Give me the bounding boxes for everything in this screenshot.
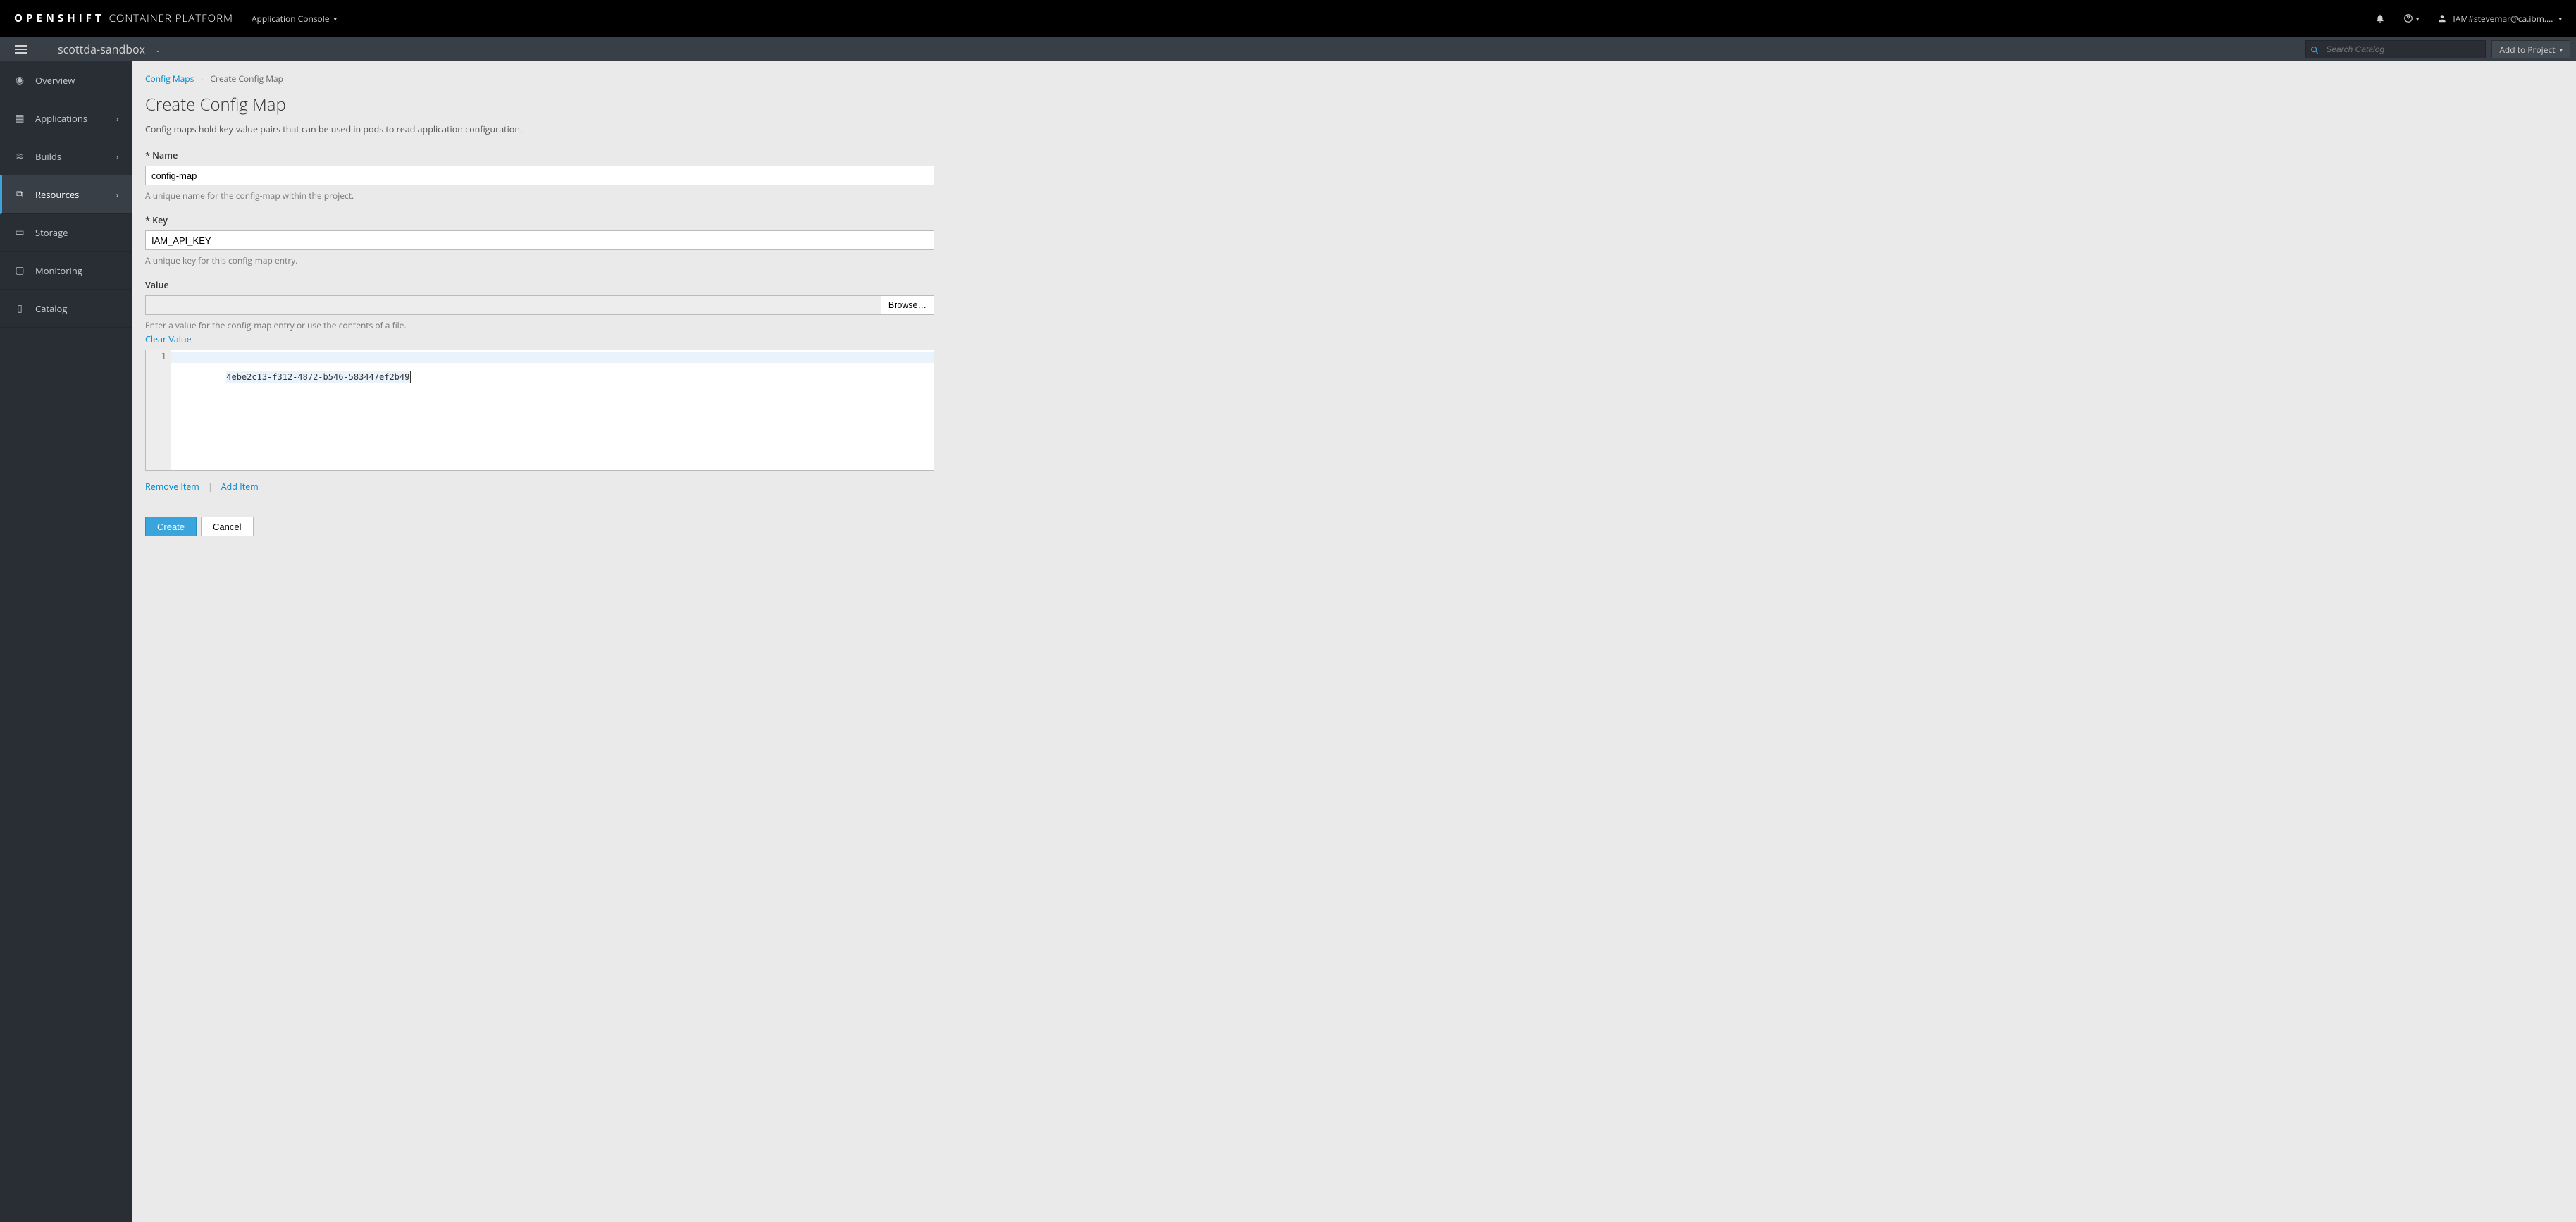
key-label: Key: [145, 214, 934, 226]
user-menu[interactable]: IAM#stevemar@ca.ibm.... ▾: [2437, 13, 2562, 25]
brand-light: CONTAINER PLATFORM: [109, 11, 233, 25]
sidebar-item-catalog[interactable]: ▯ Catalog: [0, 290, 132, 328]
builds-icon: ≋: [14, 149, 25, 163]
storage-icon: ▭: [14, 226, 25, 239]
project-bar: scottda-sandbox ⌄ Add to Project ▾: [0, 37, 2576, 61]
sidebar-item-label: Monitoring: [35, 264, 82, 277]
chevron-down-icon: ▾: [2416, 14, 2420, 23]
topbar-right: ▾ IAM#stevemar@ca.ibm.... ▾: [2375, 13, 2562, 25]
top-bar: OPENSHIFT CONTAINER PLATFORM Application…: [0, 0, 2576, 37]
sidebar: ◉ Overview ▦ Applications › ≋ Builds › ⧉…: [0, 61, 132, 1222]
divider: |: [208, 481, 213, 493]
active-line-highlight: [171, 352, 934, 363]
value-label: Value: [145, 279, 934, 291]
catalog-icon: ▯: [14, 302, 25, 315]
sidebar-item-label: Resources: [35, 188, 79, 201]
project-selector[interactable]: scottda-sandbox ⌄: [42, 42, 176, 57]
shell: ◉ Overview ▦ Applications › ≋ Builds › ⧉…: [0, 61, 2576, 1222]
browse-button[interactable]: Browse…: [881, 295, 934, 315]
sidebar-item-label: Storage: [35, 226, 68, 239]
editor-code-area[interactable]: 4ebe2c13-f312-4872-b546-583447ef2b49: [171, 350, 934, 470]
page-description: Config maps hold key-value pairs that ca…: [145, 123, 2563, 135]
applications-icon: ▦: [14, 111, 25, 125]
hamburger-icon: [15, 43, 27, 56]
config-map-form: Name A unique name for the config-map wi…: [145, 149, 934, 536]
sidebar-item-label: Applications: [35, 112, 87, 125]
chevron-right-icon: ›: [116, 113, 118, 123]
line-number: 1: [150, 352, 166, 362]
chevron-down-icon: ▾: [2558, 14, 2562, 23]
resources-icon: ⧉: [14, 187, 25, 201]
project-name-label: scottda-sandbox: [58, 42, 145, 57]
breadcrumb-parent[interactable]: Config Maps: [145, 73, 194, 85]
help-icon[interactable]: ▾: [2403, 13, 2420, 23]
key-input[interactable]: [145, 230, 934, 250]
chevron-down-icon: ▾: [2559, 45, 2563, 54]
console-selector[interactable]: Application Console ▾: [252, 13, 337, 25]
value-file-input[interactable]: [145, 295, 881, 315]
sidebar-item-resources[interactable]: ⧉ Resources ›: [0, 175, 132, 214]
name-input[interactable]: [145, 166, 934, 185]
page-title: Create Config Map: [145, 93, 2563, 116]
create-button[interactable]: Create: [145, 517, 197, 536]
breadcrumb-current: Create Config Map: [210, 73, 283, 85]
search-catalog: [2305, 40, 2486, 58]
remove-item-link[interactable]: Remove Item: [145, 481, 199, 493]
user-label: IAM#stevemar@ca.ibm....: [2453, 13, 2553, 25]
dashboard-icon: ◉: [14, 73, 25, 87]
bell-icon[interactable]: [2375, 13, 2385, 23]
sidebar-item-storage[interactable]: ▭ Storage: [0, 214, 132, 252]
chevron-right-icon: ›: [116, 190, 118, 199]
name-label: Name: [145, 149, 934, 161]
editor-gutter: 1: [146, 350, 171, 470]
menu-toggle[interactable]: [0, 37, 42, 62]
main: Config Maps › Create Config Map Create C…: [132, 61, 2576, 1222]
breadcrumb: Config Maps › Create Config Map: [145, 73, 2563, 85]
sidebar-item-builds[interactable]: ≋ Builds ›: [0, 137, 132, 175]
sidebar-item-applications[interactable]: ▦ Applications ›: [0, 99, 132, 137]
sidebar-item-monitoring[interactable]: ▢ Monitoring: [0, 252, 132, 290]
console-label: Application Console: [252, 13, 330, 25]
chevron-down-icon: ⌄: [155, 45, 161, 54]
user-icon: [2437, 13, 2447, 23]
editor-content: 4ebe2c13-f312-4872-b546-583447ef2b49: [226, 371, 411, 383]
chevron-right-icon: ›: [201, 74, 203, 84]
search-input[interactable]: [2305, 40, 2486, 58]
projbar-right: Add to Project ▾: [2305, 40, 2576, 58]
value-help: Enter a value for the config-map entry o…: [145, 319, 934, 331]
add-item-link[interactable]: Add Item: [221, 481, 259, 493]
key-help: A unique key for this config-map entry.: [145, 254, 934, 266]
clear-value-link[interactable]: Clear Value: [145, 333, 192, 345]
sidebar-item-label: Overview: [35, 74, 75, 87]
value-editor[interactable]: 1 4ebe2c13-f312-4872-b546-583447ef2b49: [145, 350, 934, 471]
search-icon: [2310, 43, 2320, 56]
value-file-row: Browse…: [145, 295, 934, 315]
brand-bold: OPENSHIFT: [14, 11, 105, 25]
monitoring-icon: ▢: [14, 264, 25, 277]
cancel-button[interactable]: Cancel: [201, 517, 253, 536]
sidebar-item-label: Catalog: [35, 302, 67, 315]
item-actions: Remove Item | Add Item: [145, 481, 934, 493]
sidebar-item-overview[interactable]: ◉ Overview: [0, 61, 132, 99]
sidebar-item-label: Builds: [35, 150, 61, 163]
chevron-down-icon: ▾: [334, 14, 338, 23]
form-actions: Create Cancel: [145, 517, 934, 536]
brand: OPENSHIFT CONTAINER PLATFORM: [14, 11, 233, 25]
chevron-right-icon: ›: [116, 152, 118, 161]
name-help: A unique name for the config-map within …: [145, 190, 934, 202]
add-to-project-label: Add to Project: [2499, 44, 2555, 56]
add-to-project-button[interactable]: Add to Project ▾: [2491, 40, 2570, 58]
